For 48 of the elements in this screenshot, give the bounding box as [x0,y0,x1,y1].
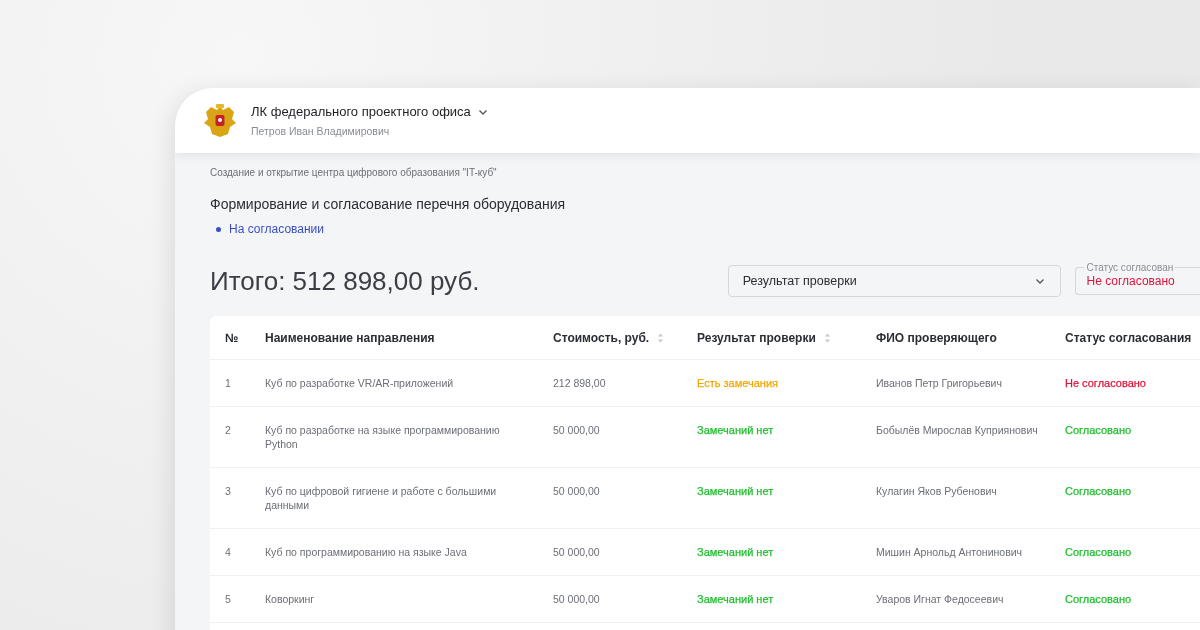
table-cell-text: Кулагин Яков Рубенович [876,484,998,499]
approval-status: Согласовано [1065,546,1132,558]
approval-status: Согласовано [1065,485,1132,497]
sort-icon[interactable] [823,332,831,343]
table-cell-text: Коворкинг [265,592,316,607]
check-result: Замечаний нет [697,424,774,436]
check-result: Есть замечания [697,377,779,389]
total-amount: Итого: 512 898,00 руб. [210,265,481,297]
approval-status: Не согласовано [1065,377,1146,389]
table-cell-text: Куб по разработке на языке программированию Python [265,423,501,452]
approval-status: Согласовано [1065,424,1132,436]
sort-icon[interactable] [657,332,665,343]
check-result: Замечаний нет [697,485,774,497]
column-header: ФИО проверяющего [876,329,998,347]
table-cell-text: Мишин Арнольд Антонинович [876,545,1024,560]
stage-status: На согласовании [229,222,325,236]
table-cell-text: 50 000,00 [553,592,601,607]
table-cell-text: Куб по разработке VR/AR-приложений [265,376,455,391]
table-cell-text: 50 000,00 [553,484,601,499]
table-cell-text: Куб по цифровой гигиене и работе с большими данными [265,484,498,513]
table-cell-text: Бобылёв Мирослав Куприянович [876,423,1039,438]
approval-status: Согласовано [1065,593,1132,605]
table-cell-text: 2 [224,423,232,438]
status-dot-icon [216,226,221,232]
table-cell-text: 50 000,00 [553,423,601,438]
column-header: Статус согласования [1065,329,1193,347]
table-cell-text: 3 [224,484,232,499]
table-cell-text: 50 000,00 [553,545,601,560]
column-header[interactable]: Стоимость, руб. [553,316,697,359]
table-cell-text: Иванов Петр Григорьевич [876,376,1003,391]
table-cell-text: 212 898,00 [553,376,607,391]
table-cell-text: Уваров Игнат Федосеевич [876,592,1005,607]
table-cell-text: Куб по программированию на языке Java [265,545,468,560]
breadcrumb[interactable]: Создание и открытие центра цифрового образования "IT-куб" [210,167,1200,178]
user-name: Петров Иван Владимирович [251,125,391,137]
column-header: № [224,329,240,347]
table-cell-text: 1 [224,376,232,391]
column-header[interactable]: Результат проверки [697,316,876,359]
check-result: Замечаний нет [697,546,774,558]
result-filter-dropdown[interactable]: Результат проверки [727,265,1062,297]
table-cell-text: 5 [224,592,232,607]
table-cell-text: 4 [224,545,232,560]
column-header: Наименование направления [265,329,436,347]
app-title[interactable]: ЛК федерального проектного офиса [251,104,471,119]
page-title: Формирование и согласование перечня оборудования [210,196,567,212]
coat-of-arms-icon [203,102,237,139]
status-filter-field[interactable]: Статус согласован Не согласовано [1075,261,1200,295]
check-result: Замечаний нет [697,593,774,605]
